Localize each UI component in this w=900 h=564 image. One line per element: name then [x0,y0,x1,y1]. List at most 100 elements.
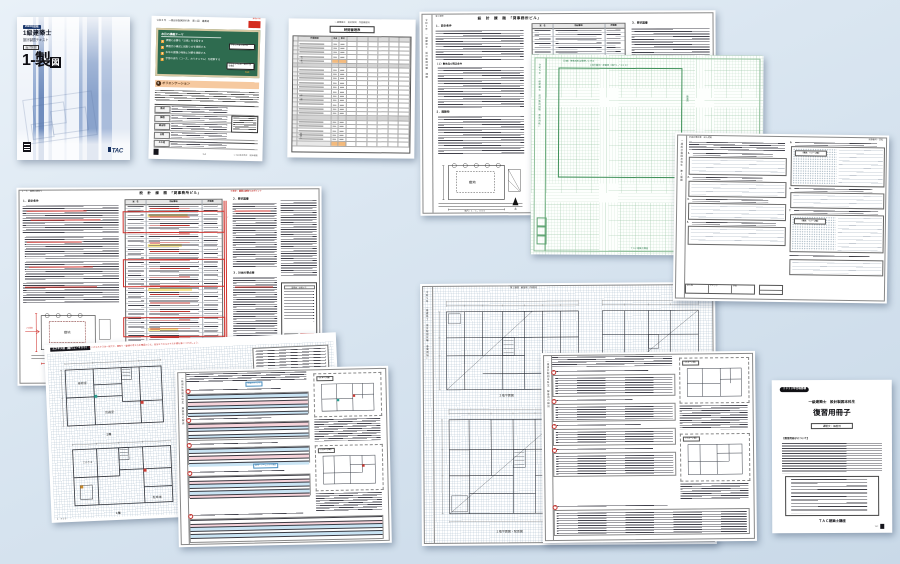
condition-text [438,67,524,107]
cover-volume-boxed-char: 図 [50,57,61,68]
explanation-text [557,510,747,533]
publisher: ＴＡＣ建築士講座 [772,520,892,524]
cover-year-badge: 2023年度版 [23,25,41,29]
cover-blueprint-art [22,90,98,144]
product-photo-desk: 2023年度版 1級建築士 設計製図テキスト 設計製図 1-製 図 TAC 令和… [0,0,900,564]
requirement-text [233,203,277,267]
section-heading: ２．要求図書 [233,199,249,202]
plan-thumbnail: 〔イメージ図〕 [313,372,382,417]
plan-thumbnail: 〔イメージ図〕 [679,357,749,404]
plan-thumbnail: 〔イメージ図〕 [315,444,384,491]
condition-text [23,282,119,303]
blue-callout: 計画のポイント [245,381,262,386]
red-annotation-box [123,317,225,338]
highlighted-explanation-sheet: 一級設計製図本科生 解答例の解説 計画のポイント 1. 2. 3. 動線・ゾーニ… [175,366,392,547]
answer-box-with-sketch[interactable]: 〔補足：イメージ図〕 [790,146,885,187]
problem-title: 設 計 課 題 「貸事務所ビル」 [449,17,569,21]
materials-table: 教材 課題 提出物 日程 その他 [154,104,259,144]
explanation-text [556,454,673,474]
cover-imprint-logo [23,142,31,152]
row-text-lines [171,132,227,139]
answer-box-with-sketch[interactable]: 〔補足：イメージ図〕 [790,214,885,253]
condition-text [436,30,524,60]
schedule-table: 作業項目 目安 累計 エスキス 作 図 見直し [291,35,411,153]
about-paragraph-lines [782,443,882,473]
north-label: 北 [514,207,517,211]
sketch-grid-area: 〔補足：イメージ図〕 [792,216,836,251]
tac-red-logo: TAC [248,21,260,28]
red-annotation-box [123,259,225,288]
goal-year-badge: ２０２３年合格目標 [780,387,809,392]
thumbnail-plan [684,365,744,400]
answer-box[interactable] [688,181,786,198]
row-text-lines [171,141,227,148]
explanation-box [552,374,675,397]
explanation-box [554,508,750,536]
col-item: 作業項目 [298,36,332,41]
header-left: 計画の要点等 記入用紙 [689,137,712,139]
thumbnail-caption-text [314,418,380,441]
frame-caption: １階平面図・配置図〔縮尺１／２００〕 [589,65,628,67]
footer-score-box [759,285,783,295]
scale-note: 縮尺：１／１，０００ [465,210,486,212]
condition-text [438,116,524,154]
svg-text:会議室: 会議室 [105,409,114,414]
row-text-lines [171,106,227,113]
page-number: 1-2 [202,154,206,156]
answer-box[interactable] [790,192,884,209]
image-label: 〔補足：イメージ図〕 [794,218,826,224]
esquisse-plan-upper: 事務室 会議室 [59,355,174,434]
panel-text [284,291,314,321]
explanation-box [553,428,676,446]
north-arrow-icon [512,197,518,205]
schedule-title: 時間管理表 [330,26,375,33]
thumbnail-plan [320,452,379,487]
stamp-cell [536,235,546,244]
header-right: 受験番号・氏名 [869,139,884,141]
sheet-header: 第１課題 解答例（作図例） [510,287,538,289]
course-name: 一級建築士 設計製図本科生 [772,401,892,405]
group-label: 見直し [297,126,302,144]
section-heading: ２．建築物 [436,112,449,115]
cover-series-title: 1級建築士 [23,31,52,37]
explanation-box [553,452,676,477]
panel-title: 面積表・計画メモ [283,285,314,289]
svg-text:１階平面図・配置図: １階平面図・配置図 [496,528,523,533]
explanation-box [553,403,676,422]
answer-box[interactable] [688,203,786,221]
answer-box[interactable] [789,259,883,276]
site-plan-diagram: 敷地 北 [434,159,526,211]
section-heading: １．設計条件 [23,201,39,204]
board-callout: カリキュラム表・教材一覧を確認 [226,62,254,70]
corner-note: １－５ 課題の読取り [21,191,42,193]
intro-text [552,356,672,367]
imprint-logo [880,524,884,529]
thumbnail-caption-text [680,405,748,430]
section-heading: （１）敷地及び周辺条件 [436,64,462,67]
explanation-text [556,430,673,443]
answer-box[interactable] [688,226,786,246]
review-booklet-cover: ２０２３年合格目標 一級建築士 設計製図本科生 復習用冊子 課題文｜解答例 【復… [772,380,893,533]
footer-copyright: ⓒTAC株式会社 設計製図 [234,155,258,158]
time-management-sheet: 一級建築士 設計製図 作図練習用 時間管理表 作業項目 目安 累計 エスキス 作… [287,18,415,158]
intro-text [689,142,785,151]
schedule-table-rows [292,42,410,147]
drawing-frame [558,68,683,179]
table-row: その他 [154,139,258,150]
sketch-grid-area: 〔補足：イメージ図〕 [792,148,836,185]
side-title-strip: 令和５年 一級建築士 設計製図試験 課題 [422,15,433,213]
group-label: エスキス [298,48,303,70]
row-text-lines [171,124,227,131]
textbook-cover: 2023年度版 1級建築士 設計製図テキスト 設計製図 1-製 図 TAC [17,17,130,160]
section-heading: ３．計画の要点等 [233,273,255,276]
plan-thumbnail: 〔イメージ図〕 [680,433,750,482]
explanation-sheet: 一級設計製図本科生 解答例の解説 1. 2. 3. 4. 5. 〔イメージ図〕 … [541,351,757,543]
lecture-header: 令和５年 一級設計製図本科生 第１回 講義録 [156,20,236,24]
red-dimension: 7,000 [26,326,33,330]
cover-subtitle: 設計製図テキスト [23,39,48,42]
footer-logo [153,149,158,155]
contents-list-lines [791,479,867,513]
svg-text:２階平面図: ２階平面図 [499,392,514,397]
answer-box[interactable] [689,157,787,176]
table-header: 室 名 特記事項 床面積 [126,200,222,206]
